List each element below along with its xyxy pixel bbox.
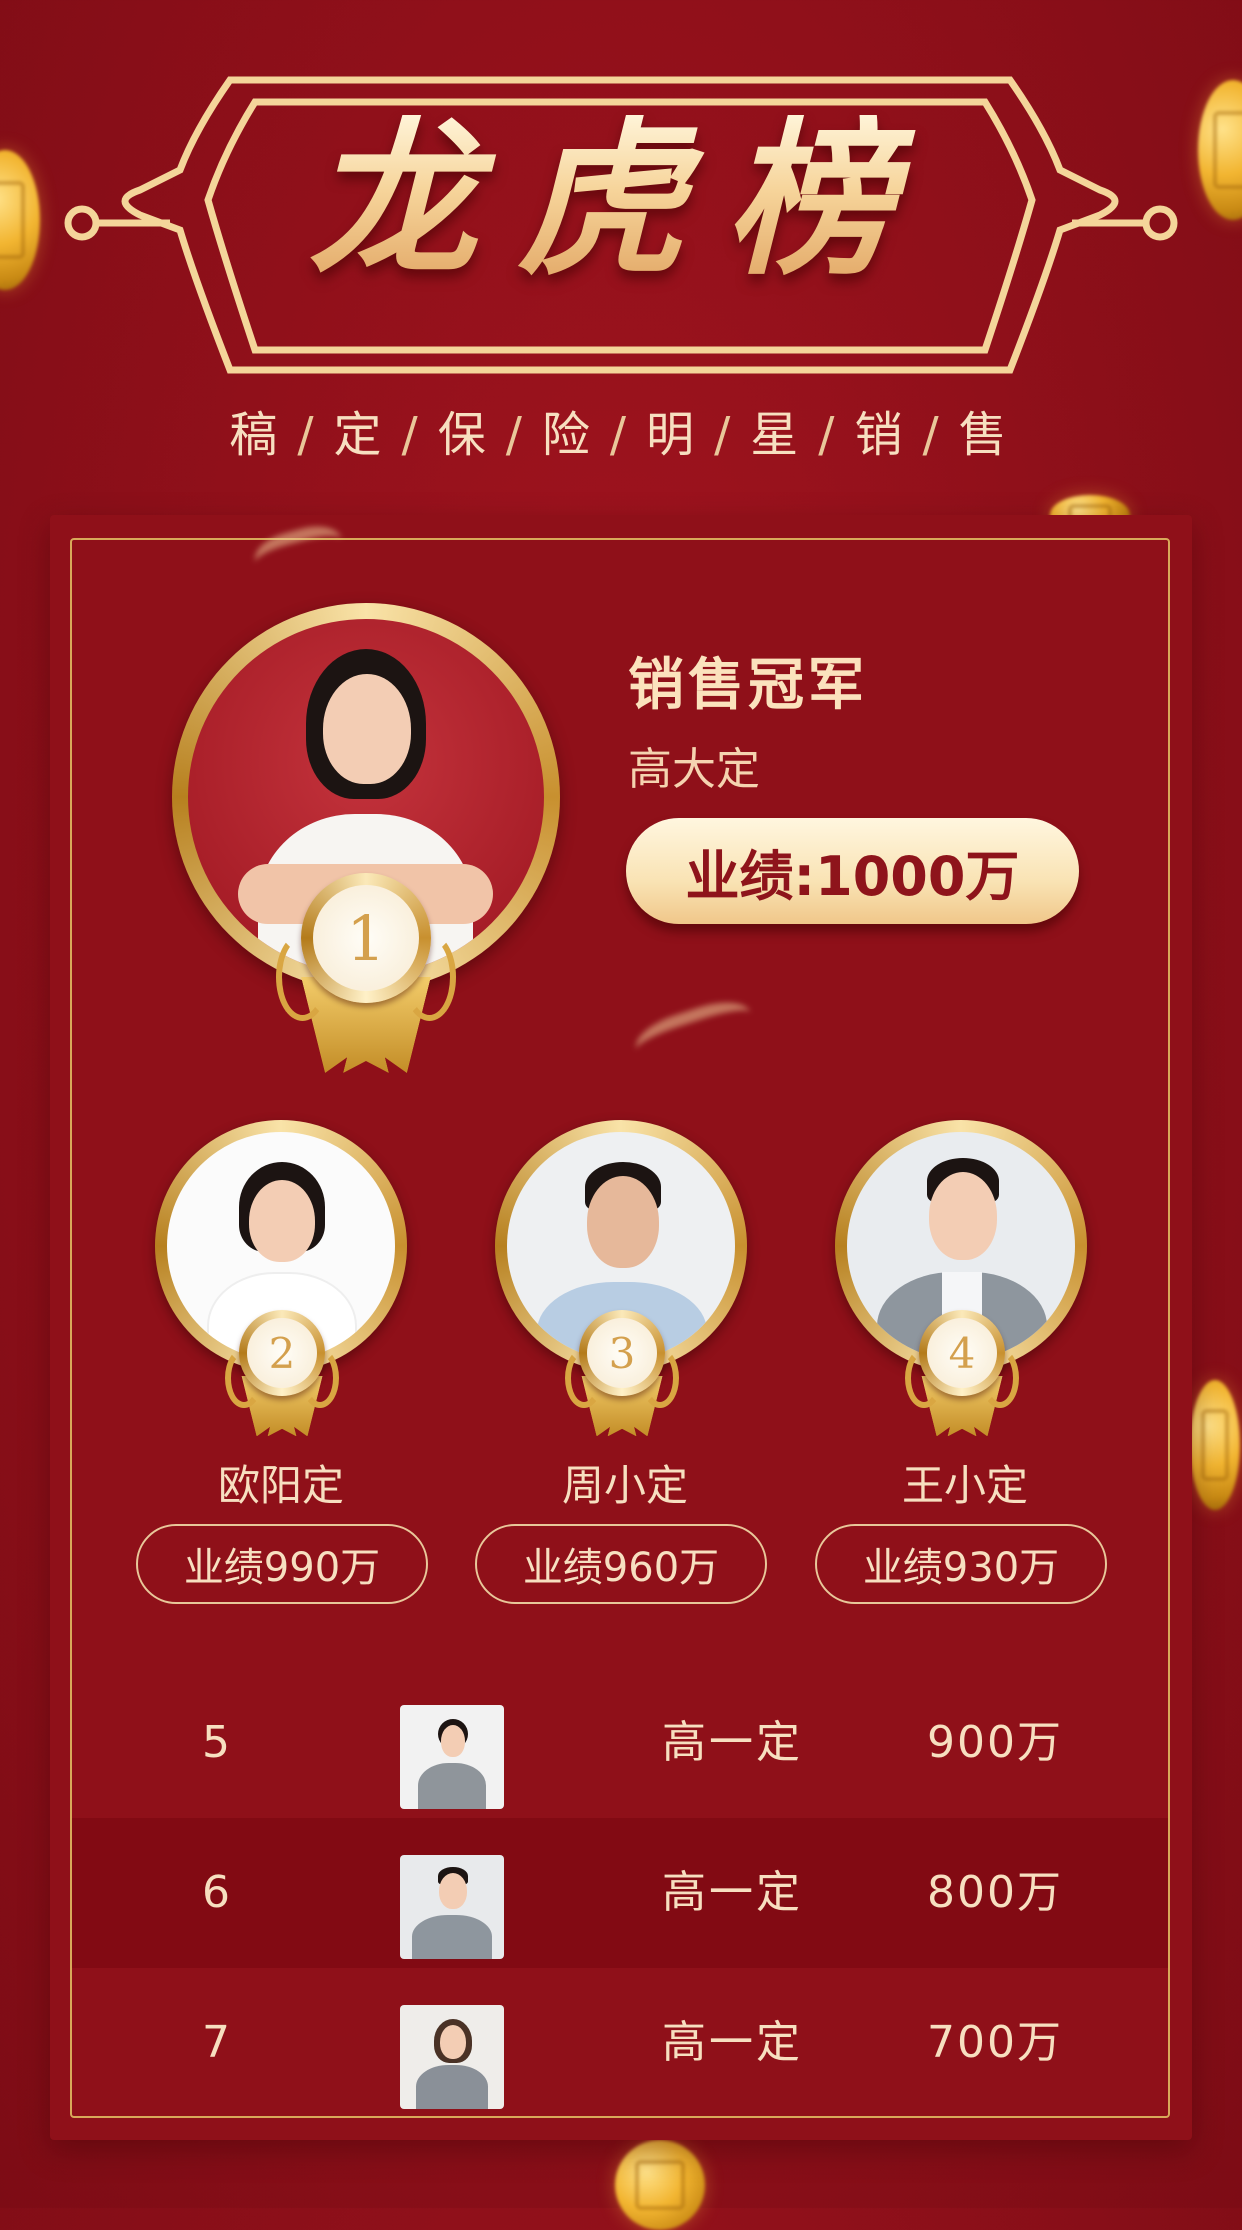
- list-value: 900万: [927, 1717, 1063, 1768]
- page-subtitle: 稿 / 定 / 保 / 险 / 明 / 星 / 销 / 售: [0, 395, 1242, 465]
- runner-up-rank: 4: [927, 1318, 997, 1388]
- list-value: 700万: [927, 2017, 1063, 2068]
- runner-up-rank: 3: [587, 1318, 657, 1388]
- runner-up-performance: 业绩930万: [815, 1524, 1107, 1604]
- subtitle-word: 保: [437, 407, 492, 463]
- list-value: 800万: [927, 1867, 1063, 1918]
- subtitle-word: 销: [854, 407, 909, 463]
- runner-up-rank: 2: [247, 1318, 317, 1388]
- champion-name: 高大定: [628, 744, 760, 795]
- gold-coin-icon: [1190, 1380, 1240, 1510]
- list-avatar: [400, 1705, 504, 1809]
- runner-up-performance: 业绩990万: [136, 1524, 428, 1604]
- runner-up-performance: 业绩960万: [475, 1524, 767, 1604]
- subtitle-word: 星: [750, 407, 805, 463]
- runner-up-name: 周小定: [561, 1461, 688, 1510]
- list-name: 高一定: [662, 2017, 803, 2068]
- list-name: 高一定: [662, 1867, 803, 1918]
- list-item: 7 高一定 700万: [72, 1968, 1168, 2118]
- subtitle-word: 定: [333, 407, 388, 463]
- medal-icon: 1: [272, 873, 460, 1073]
- champion-label: 销售冠军: [628, 653, 868, 718]
- subtitle-word: 售: [958, 407, 1013, 463]
- list-rank: 7: [202, 2017, 230, 2068]
- list-avatar: [400, 2005, 504, 2109]
- medal-icon: 4: [903, 1310, 1021, 1436]
- list-avatar: [400, 1855, 504, 1959]
- medal-icon: 3: [563, 1310, 681, 1436]
- list-rank: 6: [202, 1867, 230, 1918]
- medal-icon: 2: [223, 1310, 341, 1436]
- champion-rank: 1: [313, 885, 419, 991]
- runner-up-name: 王小定: [901, 1461, 1028, 1510]
- champion-performance: 业绩:1000万: [626, 818, 1079, 924]
- page-title: 龙虎榜: [0, 115, 1242, 283]
- runner-up-name: 欧阳定: [217, 1461, 344, 1510]
- subtitle-word: 明: [646, 407, 701, 463]
- list-name: 高一定: [662, 1717, 803, 1768]
- list-item: 5 高一定 900万: [72, 1668, 1168, 1818]
- list-item: 6 高一定 800万: [72, 1818, 1168, 1968]
- subtitle-word: 险: [541, 407, 596, 463]
- gold-coin-icon: [615, 2140, 705, 2230]
- list-rank: 5: [202, 1717, 230, 1768]
- subtitle-word: 稿: [229, 407, 284, 463]
